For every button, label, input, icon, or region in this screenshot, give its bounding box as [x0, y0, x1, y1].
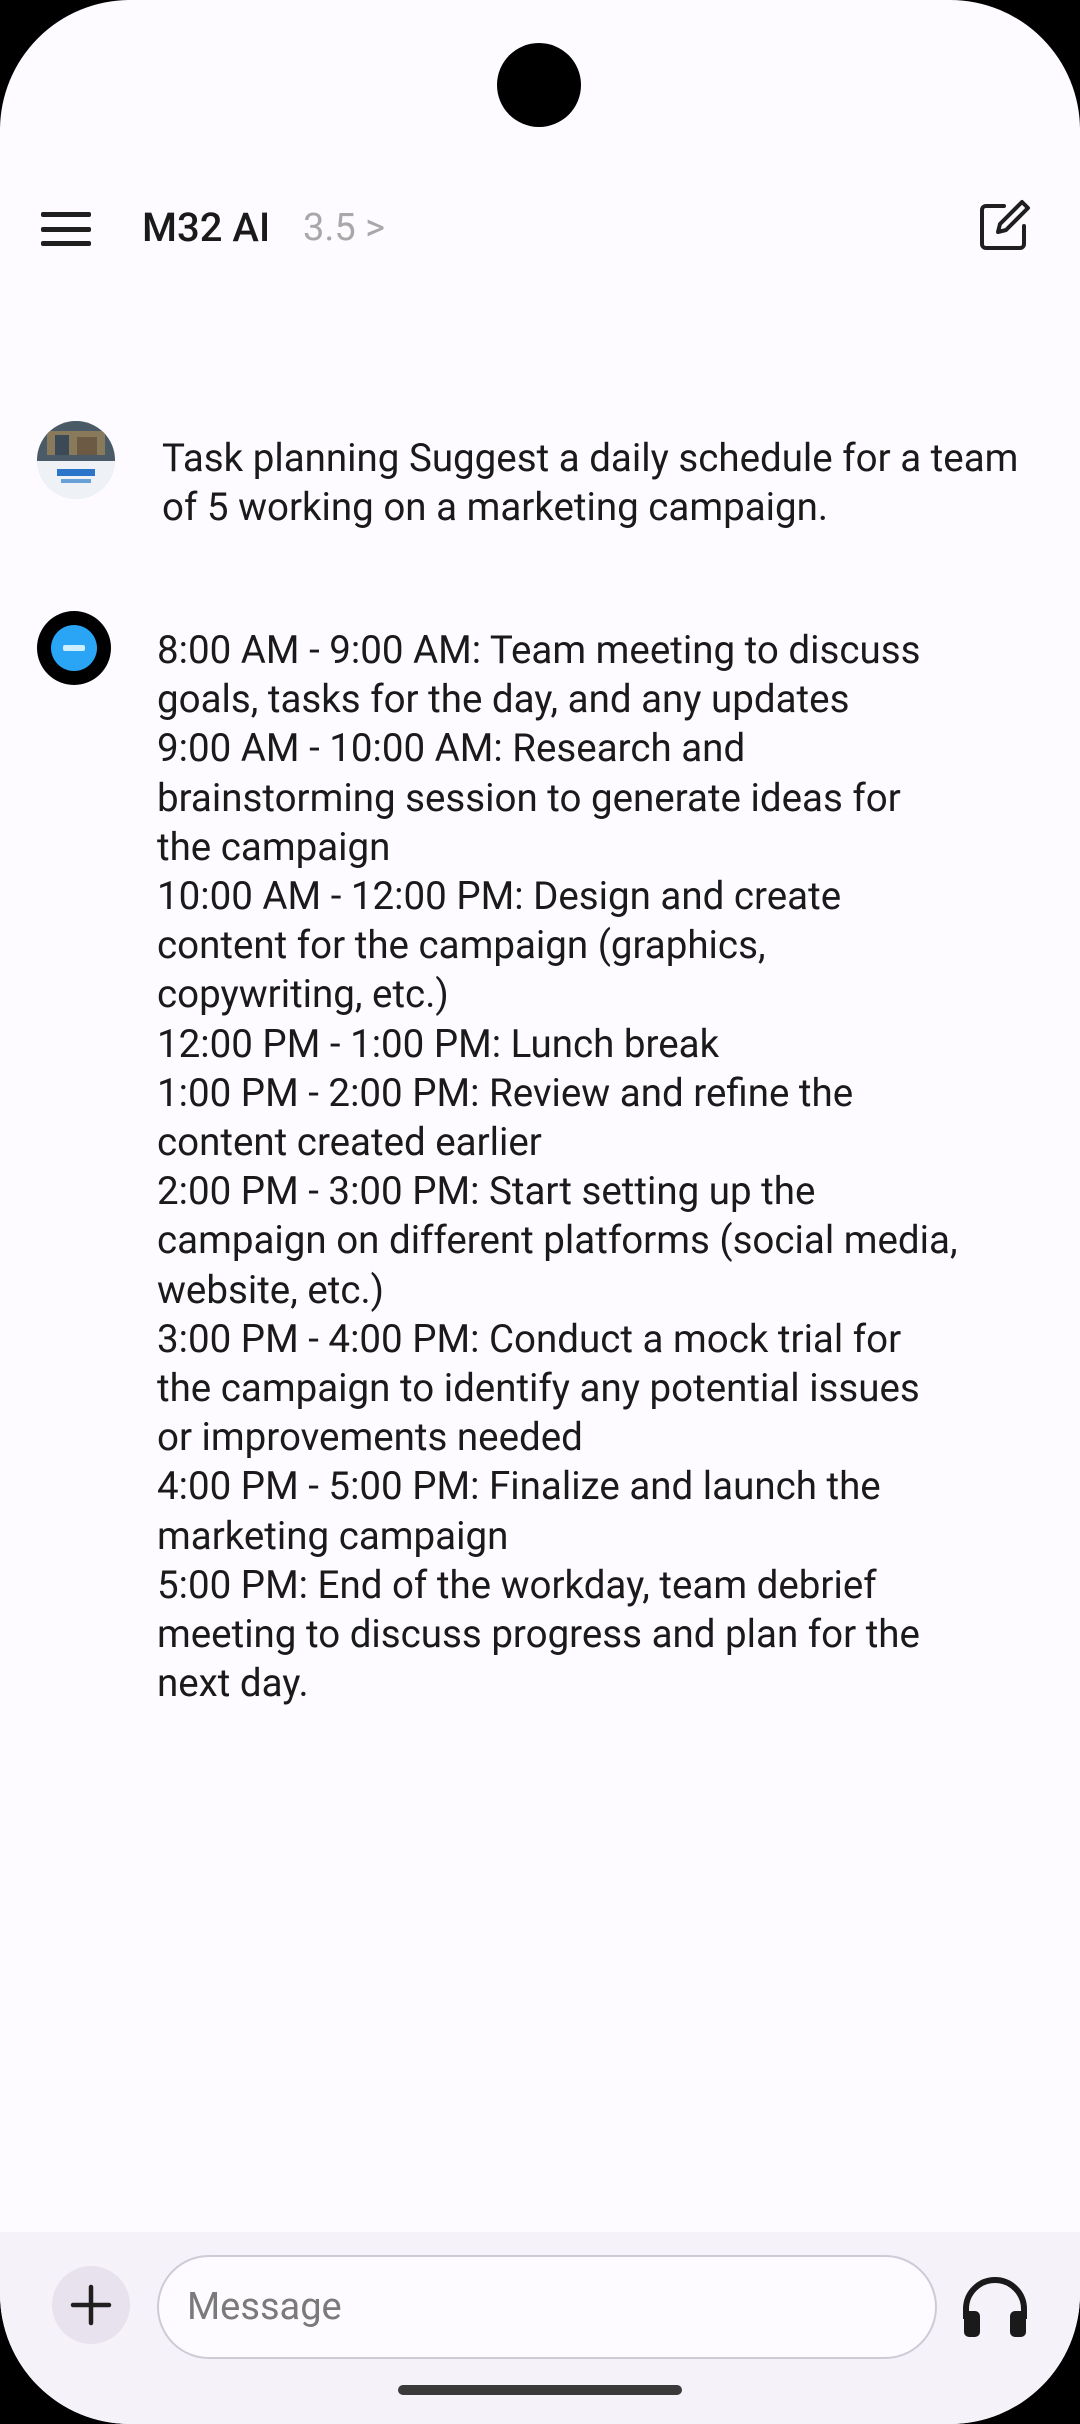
assistant-message-line: brainstorming session to generate ideas … — [157, 775, 901, 821]
assistant-message-line: the campaign to identify any potential i… — [157, 1366, 920, 1412]
assistant-message-line: 9:00 AM - 10:00 AM: Research and — [157, 726, 746, 772]
model-version-selector[interactable]: 3.5 > — [303, 200, 385, 256]
assistant-avatar — [37, 611, 111, 685]
assistant-message-line: next day. — [157, 1661, 309, 1707]
assistant-message-line: 12:00 PM - 1:00 PM: Lunch break — [157, 1021, 720, 1067]
assistant-message-line: copywriting, etc.) — [157, 972, 449, 1018]
assistant-message-line: or improvements needed — [157, 1415, 583, 1461]
plus-icon — [70, 2284, 112, 2326]
assistant-message-line: campaign on different platforms (social … — [157, 1218, 958, 1264]
add-attachment-button[interactable] — [52, 2266, 130, 2344]
assistant-message-line: 5:00 PM: End of the workday, team debrie… — [157, 1562, 877, 1608]
assistant-message-line: meeting to discuss progress and plan for… — [157, 1612, 920, 1658]
assistant-message-line: goals, tasks for the day, and any update… — [157, 677, 850, 723]
user-message-text: Task planning Suggest a daily schedule f… — [162, 436, 1019, 530]
assistant-message-line: 4:00 PM - 5:00 PM: Finalize and launch t… — [157, 1464, 881, 1510]
assistant-message-line: website, etc.) — [157, 1267, 385, 1313]
assistant-logo-icon — [51, 625, 97, 671]
new-chat-icon[interactable] — [976, 198, 1032, 254]
assistant-message-line: 8:00 AM - 9:00 AM: Team meeting to discu… — [157, 628, 921, 673]
assistant-message-line: content for the campaign (graphics, — [157, 923, 766, 969]
assistant-message-line: 1:00 PM - 2:00 PM: Review and refine the — [157, 1070, 854, 1116]
hamburger-menu-icon[interactable] — [41, 212, 91, 246]
front-camera-cutout — [497, 43, 581, 127]
headphones-icon[interactable] — [960, 2275, 1030, 2339]
assistant-message-line: 3:00 PM - 4:00 PM: Conduct a mock trial … — [157, 1316, 902, 1362]
assistant-message-line: marketing campaign — [157, 1513, 509, 1559]
app-title: M32 AI — [142, 204, 271, 251]
assistant-message-line: the campaign — [157, 824, 391, 870]
assistant-message-line: content created earlier — [157, 1120, 542, 1166]
assistant-message-line: 2:00 PM - 3:00 PM: Start setting up the — [157, 1169, 816, 1215]
user-avatar — [37, 421, 115, 499]
assistant-message-line: 10:00 AM - 12:00 PM: Design and create — [157, 874, 842, 920]
assistant-message: 8:00 AM - 9:00 AM: Team meeting to discu… — [157, 626, 1047, 1708]
app-screen: M32 AI 3.5 > Task planning Suggest a dai… — [0, 0, 1080, 2424]
home-indicator[interactable] — [398, 2385, 682, 2395]
message-input[interactable] — [157, 2255, 937, 2359]
